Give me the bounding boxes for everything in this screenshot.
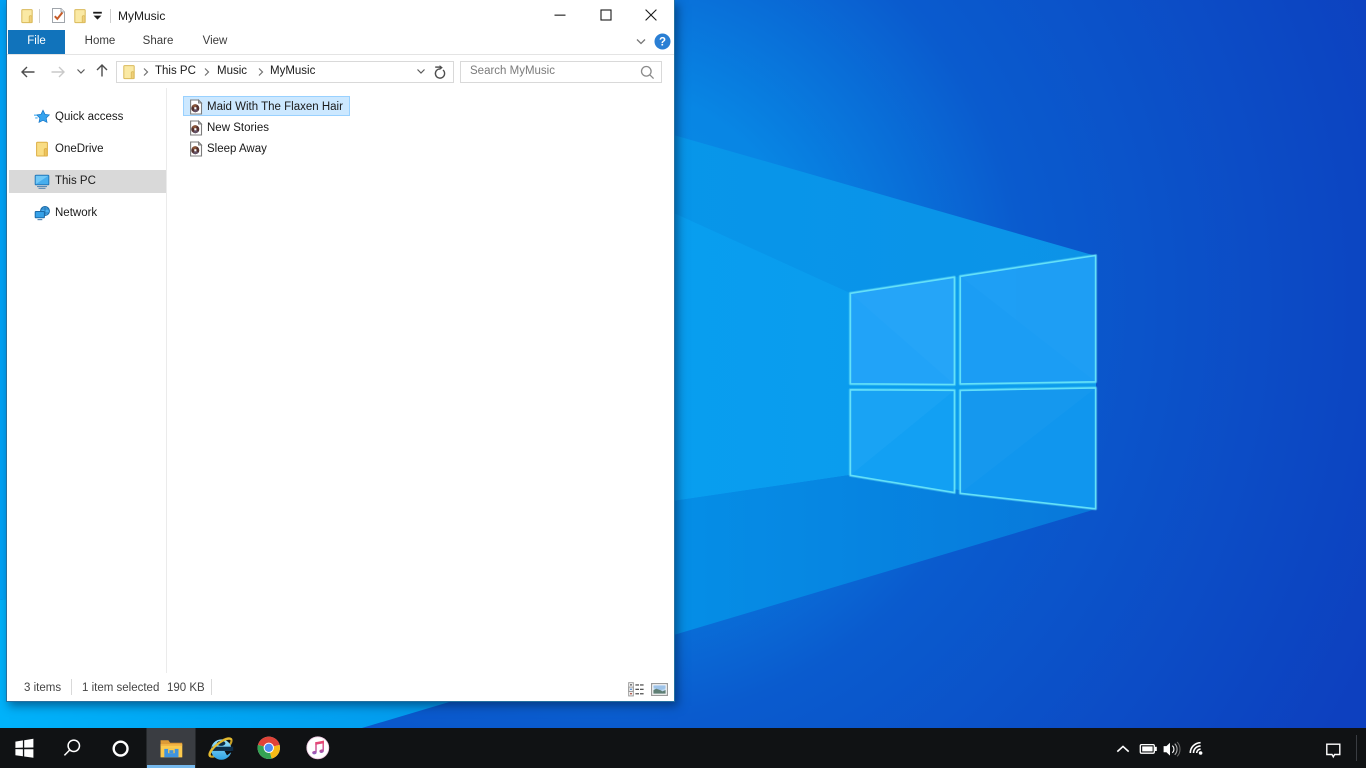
svg-text:?: ? [659,37,666,49]
